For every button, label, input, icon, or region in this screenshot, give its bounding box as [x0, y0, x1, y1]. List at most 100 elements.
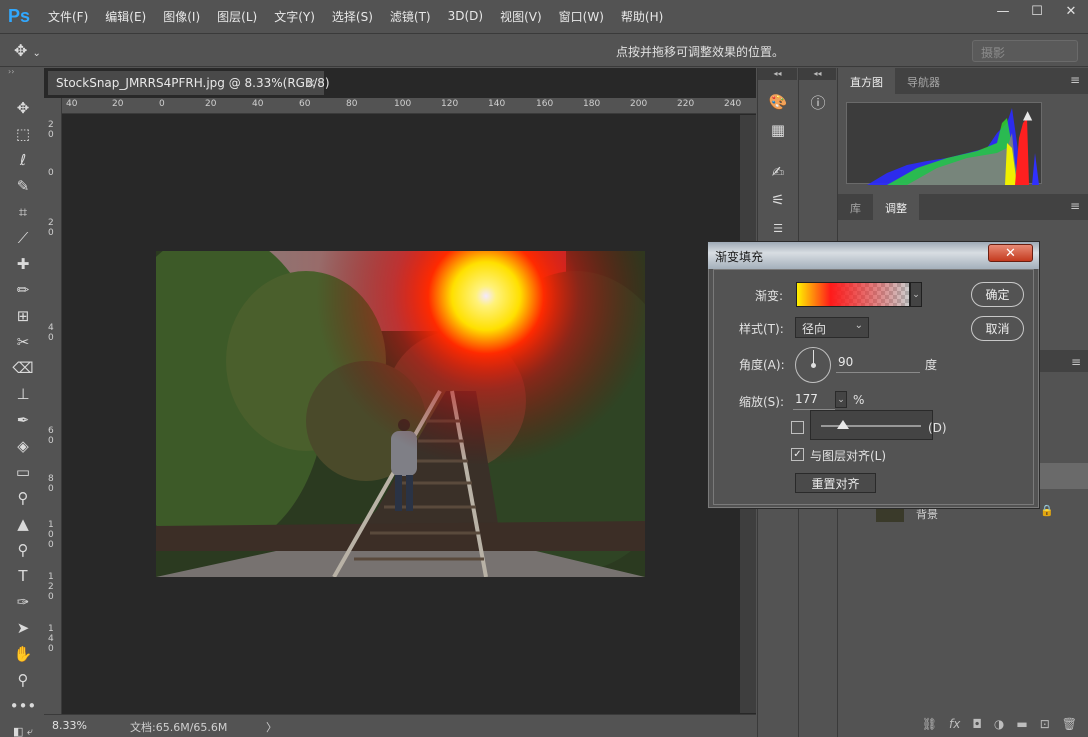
angle-dial[interactable] [795, 347, 831, 383]
quick-select-tool-icon[interactable]: ✎ [6, 173, 40, 199]
scale-input[interactable]: 177 [793, 390, 835, 410]
type-tool-icon[interactable]: T [6, 563, 40, 589]
eraser-tool-icon[interactable]: ⌫ [6, 355, 40, 381]
minimize-button[interactable]: — [986, 0, 1020, 22]
menu-layer[interactable]: 图层(L) [217, 8, 257, 25]
adjustment-layer-icon[interactable]: ◑ [994, 717, 1004, 731]
new-layer-icon[interactable]: ⊡ [1040, 717, 1050, 731]
crop-tool-icon[interactable]: ⌗ [6, 199, 40, 225]
ruler-v-label: 0 [48, 484, 54, 494]
workspace-select[interactable]: 摄影 [972, 40, 1078, 62]
lasso-tool-icon[interactable]: ℓ [6, 147, 40, 173]
menu-image[interactable]: 图像(I) [163, 8, 200, 25]
layers-menu-icon[interactable]: ≡ [1071, 355, 1081, 369]
ruler-v-label: 0 [48, 540, 54, 550]
tab-navigator[interactable]: 导航器 [895, 68, 952, 94]
fx-icon[interactable]: fx [949, 717, 960, 731]
sharpen-tool-icon[interactable]: ▲ [6, 511, 40, 537]
menu-file[interactable]: 文件(F) [48, 8, 88, 25]
move-tool-preset-icon[interactable]: ✥ ⌄ [14, 41, 60, 61]
zoom-tool-icon[interactable]: ⚲ [6, 667, 40, 693]
reset-align-button[interactable]: 重置对齐 [795, 473, 876, 493]
cancel-button[interactable]: 取消 [971, 316, 1024, 341]
close-window-button[interactable]: ✕ [1054, 0, 1088, 22]
marquee-tool-icon[interactable]: ⬚ [6, 121, 40, 147]
ruler-v-label: 4 [48, 634, 54, 644]
menu-type[interactable]: 文字(Y) [274, 8, 315, 25]
history-brush-tool-icon[interactable]: ✂ [6, 329, 40, 355]
ok-button[interactable]: 确定 [971, 282, 1024, 307]
smudge-tool-icon[interactable]: ✒ [6, 407, 40, 433]
link-layers-icon[interactable]: ⛓ [922, 717, 937, 731]
stamp-tool-icon[interactable]: ⊞ [6, 303, 40, 329]
trash-icon[interactable]: 🗑 [1062, 717, 1077, 731]
histogram-warning-icon: ▲ [1023, 108, 1033, 122]
gradient-tool-icon[interactable]: ▭ [6, 459, 40, 485]
swap-colors-icon[interactable]: ◧ ⤶ [6, 719, 40, 737]
menu-help[interactable]: 帮助(H) [621, 8, 663, 25]
group-folder-icon[interactable]: ▬ [1016, 717, 1027, 731]
dodge-tool-icon[interactable]: ⚲ [6, 485, 40, 511]
ruler-h-label: 0 [159, 99, 165, 109]
reverse-label-suffix: (D) [928, 421, 947, 435]
scale-slider-popup[interactable] [810, 410, 933, 440]
vertical-ruler: 2 0 0 2 0 4 0 6 0 8 0 1 0 0 1 2 0 1 4 0 [44, 98, 62, 714]
maximize-button[interactable]: ☐ [1020, 0, 1054, 22]
burn-tool-icon[interactable]: ⚲ [6, 537, 40, 563]
strip2-collapse-icon[interactable]: ◂◂ [799, 68, 836, 80]
move-tool-icon[interactable]: ✥ [6, 95, 40, 121]
clone-tool-icon[interactable]: ⊥ [6, 381, 40, 407]
menu-window[interactable]: 窗口(W) [559, 8, 604, 25]
ruler-h-label: 160 [536, 99, 554, 109]
ruler-h-label: 20 [112, 99, 124, 109]
tab-adjustments[interactable]: 调整 [873, 194, 919, 220]
color-palette-icon[interactable]: 🎨 [758, 88, 798, 116]
path-select-tool-icon[interactable]: ➤ [6, 615, 40, 641]
canvas-image[interactable] [156, 251, 645, 577]
brush-tool-icon[interactable]: ✏ [6, 277, 40, 303]
menu-select[interactable]: 选择(S) [332, 8, 373, 25]
adjustments-menu-icon[interactable]: ≡ [1070, 199, 1080, 213]
pen-tool-icon[interactable]: ✑ [6, 589, 40, 615]
eyedropper-tool-icon[interactable]: ⟋ [6, 225, 40, 251]
ruler-v-label: 0 [48, 644, 54, 654]
strip-collapse-icon[interactable]: ◂◂ [758, 68, 797, 80]
style-select[interactable]: 径向 ⌄ [795, 317, 869, 338]
paint-bucket-tool-icon[interactable]: ◈ [6, 433, 40, 459]
align-layer-checkbox[interactable]: ✓ [791, 448, 804, 461]
hand-tool-icon[interactable]: ✋ [6, 641, 40, 667]
more-tools-icon[interactable]: ••• [6, 693, 40, 719]
healing-tool-icon[interactable]: ✚ [6, 251, 40, 277]
mask-icon[interactable]: ◘ [972, 717, 982, 731]
paragraph-icon[interactable]: ☰ [758, 214, 798, 242]
close-document-icon[interactable]: × [306, 76, 316, 90]
menu-filter[interactable]: 滤镜(T) [390, 8, 431, 25]
toolbar-collapse-icon[interactable]: ›› [6, 67, 40, 77]
ruler-v-label: 0 [48, 228, 54, 238]
gradient-picker[interactable] [796, 282, 910, 307]
tools-panel: ›› ✥ ⬚ ℓ ✎ ⌗ ⟋ ✚ ✏ ⊞ ✂ ⌫ ⊥ ✒ ◈ ▭ ⚲ ▲ ⚲ T… [6, 67, 40, 737]
document-tab[interactable]: StockSnap_JMRRS4PFRH.jpg @ 8.33%(RGB/8) … [48, 71, 330, 95]
tab-libraries[interactable]: 库 [838, 194, 873, 220]
brush-settings-icon[interactable]: ⚟ [758, 186, 798, 214]
document-info: 文档:65.6M/65.6M [130, 721, 228, 734]
info-icon[interactable]: ⓘ [799, 88, 837, 116]
dialog-close-button[interactable]: ✕ [988, 244, 1033, 262]
dialog-titlebar[interactable]: 渐变填充 ✕ [708, 242, 1039, 269]
zoom-level[interactable]: 8.33% [52, 719, 87, 732]
scale-dropdown-chevron-icon[interactable]: ⌄ [835, 391, 847, 408]
reverse-checkbox[interactable] [791, 421, 804, 434]
panel-menu-icon[interactable]: ≡ [1070, 73, 1080, 87]
status-menu-arrow[interactable]: 〉 [266, 719, 277, 735]
angle-label: 角度(A): [739, 358, 785, 372]
gradient-dropdown-chevron-icon[interactable]: ⌄ [910, 282, 922, 307]
ruler-h-label: 80 [346, 99, 358, 109]
tab-histogram[interactable]: 直方图 [838, 68, 895, 94]
swatches-grid-icon[interactable]: ▦ [758, 116, 798, 144]
angle-input[interactable]: 90 [836, 353, 920, 373]
menu-edit[interactable]: 编辑(E) [105, 8, 146, 25]
menu-3d[interactable]: 3D(D) [448, 9, 483, 23]
brushes-icon[interactable]: ✍ [758, 158, 798, 186]
slider-thumb[interactable] [837, 420, 849, 429]
menu-view[interactable]: 视图(V) [500, 8, 542, 25]
